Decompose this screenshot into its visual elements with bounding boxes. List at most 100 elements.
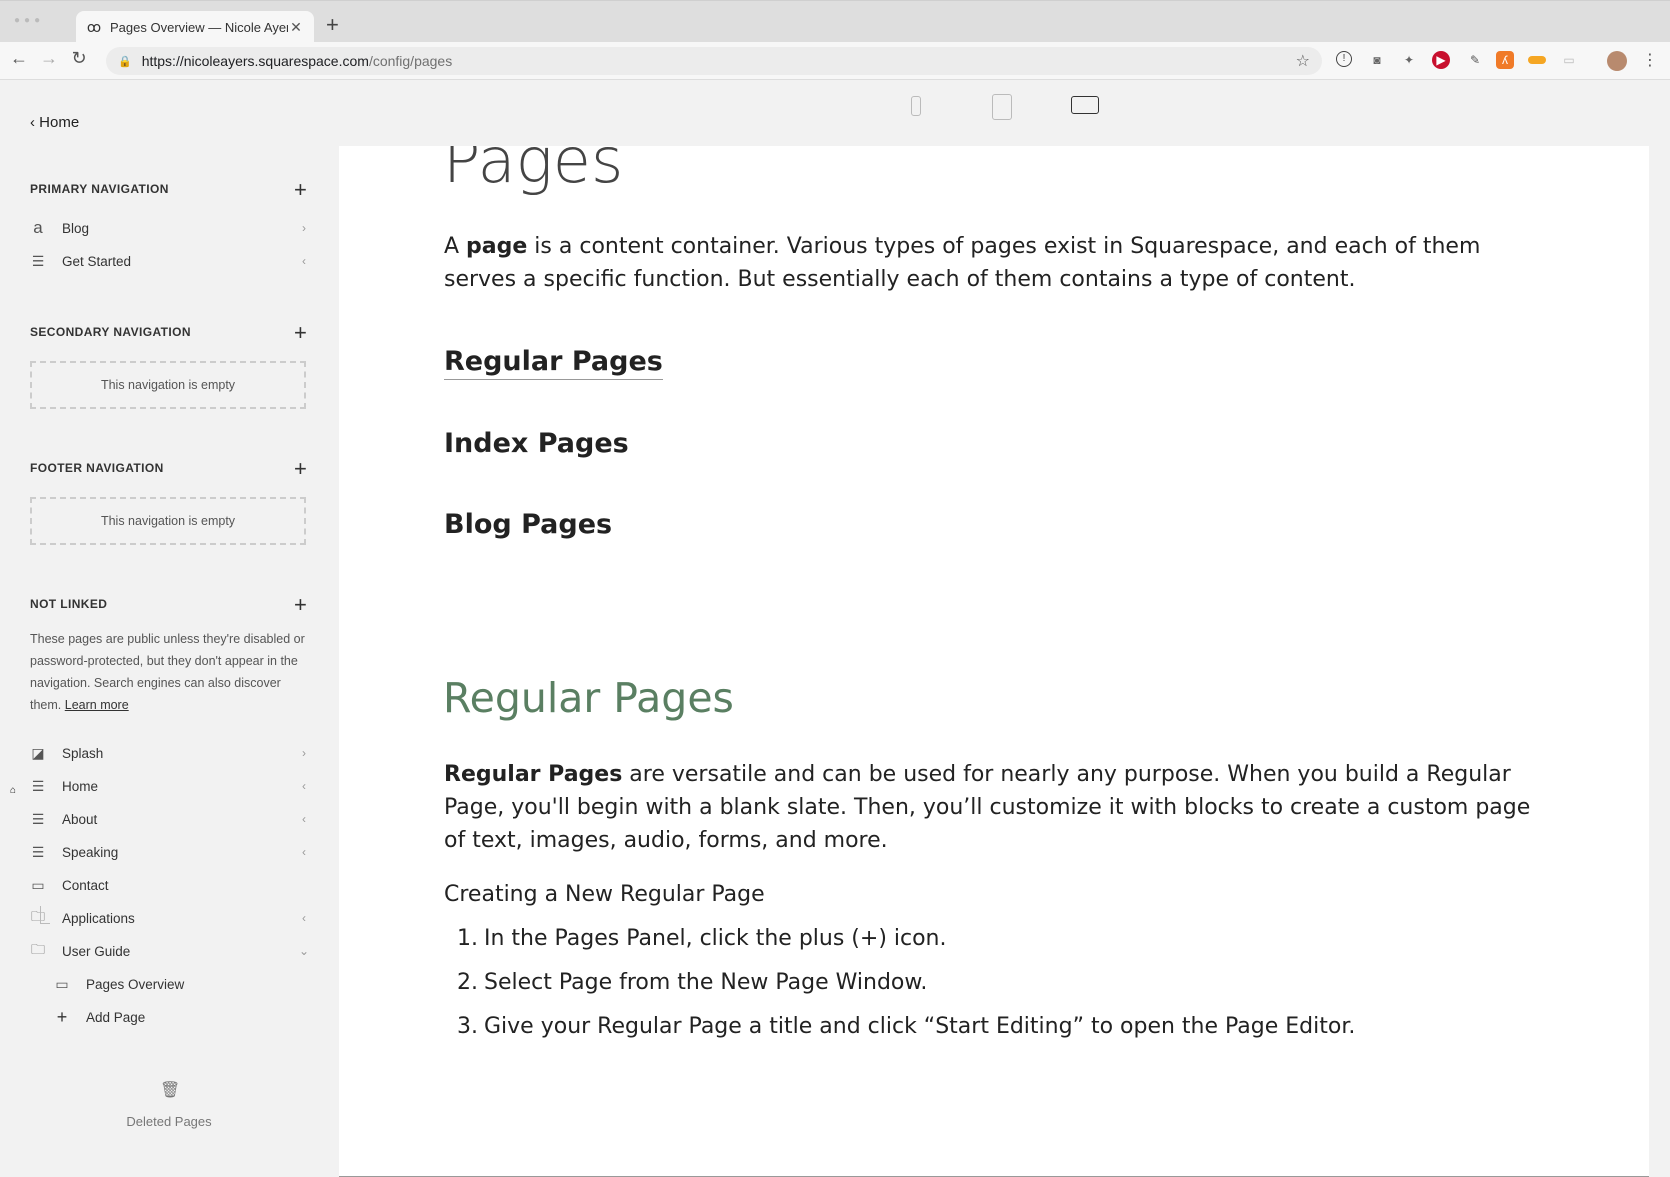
chevron-left-icon: ‹ bbox=[302, 845, 306, 859]
nav-item-applications[interactable]: 🗀 Applications ‹ bbox=[30, 905, 310, 931]
chevron-left-icon: ‹ bbox=[30, 114, 40, 131]
nav-item-contact[interactable]: ▭ Contact bbox=[30, 872, 310, 898]
chevron-left-icon: ‹ bbox=[302, 911, 306, 925]
footer-empty-placeholder: This navigation is empty bbox=[30, 497, 306, 545]
primary-navigation-heading: PRIMARY NAVIGATION bbox=[30, 182, 169, 196]
nav-item-get-started[interactable]: ☰ Get Started ‹ bbox=[30, 248, 310, 274]
add-page-button[interactable]: + Add Page bbox=[54, 1004, 310, 1030]
profile-avatar[interactable] bbox=[1607, 51, 1627, 71]
not-linked-heading: NOT LINKED bbox=[30, 597, 108, 611]
extension-icon[interactable]: ✦ bbox=[1400, 51, 1418, 69]
back-home-link[interactable]: ‹ Home bbox=[30, 114, 79, 131]
steps-list: 1. In the Pages Panel, click the plus (+)… bbox=[444, 926, 1355, 1058]
not-linked-note: These pages are public unless they're di… bbox=[30, 628, 305, 716]
chevron-left-icon: ‹ bbox=[302, 779, 306, 793]
nav-item-label: Applications bbox=[62, 910, 135, 926]
page-icon: ▭ bbox=[55, 975, 69, 992]
trash-icon[interactable]: 🗑 bbox=[160, 1080, 180, 1100]
add-not-linked-page-button[interactable]: + bbox=[294, 594, 307, 616]
nav-item-blog[interactable]: a Blog › bbox=[30, 215, 310, 241]
layout-icon: ☰ bbox=[31, 777, 45, 794]
toc-regular-pages-link[interactable]: Regular Pages bbox=[444, 346, 663, 380]
nav-item-about[interactable]: ☰ About ‹ bbox=[30, 806, 310, 832]
squarespace-favicon-icon: ꝏ bbox=[86, 19, 102, 35]
nav-item-splash[interactable]: ◪ Splash › bbox=[30, 740, 310, 766]
list-item: 1. In the Pages Panel, click the plus (+)… bbox=[444, 926, 1355, 970]
browser-menu-icon[interactable]: ⋮ bbox=[1642, 50, 1658, 70]
password-extension-icon[interactable]: ! bbox=[1336, 51, 1352, 67]
step-text: Give your Regular Page a title and click… bbox=[484, 1014, 1356, 1039]
deleted-pages-link[interactable]: Deleted Pages bbox=[0, 1114, 338, 1129]
chevron-right-icon: › bbox=[302, 746, 306, 760]
page-icon: ▭ bbox=[31, 876, 45, 893]
tablet-view-icon[interactable] bbox=[992, 94, 1012, 120]
camera-extension-icon[interactable]: ◙ bbox=[1368, 51, 1386, 69]
homepage-indicator-icon: ⌂ bbox=[10, 785, 17, 796]
browser-tab[interactable]: ꝏ Pages Overview — Nicole Ayers ✕ bbox=[76, 11, 314, 43]
list-item: 3. Give your Regular Page a title and cli… bbox=[444, 1014, 1355, 1058]
intro-text: A bbox=[444, 234, 467, 259]
nav-item-speaking[interactable]: ☰ Speaking ‹ bbox=[30, 839, 310, 865]
learn-more-link[interactable]: Learn more bbox=[65, 698, 129, 712]
lock-icon: 🔒 bbox=[118, 55, 132, 68]
nav-item-label: User Guide bbox=[62, 943, 131, 959]
secondary-empty-placeholder: This navigation is empty bbox=[30, 361, 306, 409]
toc-index-pages-link[interactable]: Index Pages bbox=[444, 428, 629, 459]
page-preview: Pages A page is a content container. Var… bbox=[339, 146, 1649, 1177]
folder-icon: 🗀 bbox=[31, 941, 45, 957]
bookmark-star-icon[interactable]: ☆ bbox=[1296, 51, 1310, 71]
intro-text: is a content container. Various types of… bbox=[444, 234, 1481, 292]
footer-navigation-heading: FOOTER NAVIGATION bbox=[30, 461, 164, 475]
nav-item-user-guide[interactable]: 🗀 User Guide ⌄ bbox=[30, 938, 310, 964]
home-link-label: Home bbox=[39, 114, 80, 131]
url-host: https://nicoleayers.squarespace.com bbox=[141, 53, 369, 69]
forward-icon[interactable]: → bbox=[36, 48, 62, 69]
pages-panel: ‹ Home PRIMARY NAVIGATION + a Blog › ☰ G… bbox=[0, 80, 338, 1177]
toc-blog-pages-link[interactable]: Blog Pages bbox=[444, 509, 612, 540]
add-footer-page-button[interactable]: + bbox=[294, 458, 307, 480]
tree-connector bbox=[40, 906, 50, 924]
nav-item-label: Get Started bbox=[62, 253, 132, 269]
layout-icon: ☰ bbox=[31, 843, 45, 860]
new-tab-button[interactable]: + bbox=[326, 13, 339, 37]
record-extension-icon[interactable]: ▶ bbox=[1432, 51, 1450, 69]
nav-item-label: Pages Overview bbox=[86, 976, 185, 992]
address-bar[interactable]: 🔒 https://nicoleayers.squarespace.com/co… bbox=[106, 47, 1322, 75]
tab-title: Pages Overview — Nicole Ayers bbox=[110, 19, 288, 35]
chevron-down-icon: ⌄ bbox=[298, 944, 310, 958]
nav-item-pages-overview[interactable]: ▭ Pages Overview bbox=[54, 971, 310, 997]
chevron-left-icon: ‹ bbox=[302, 254, 306, 268]
yellow-extension-icon[interactable] bbox=[1528, 56, 1546, 64]
orange-extension-icon[interactable]: ʎ bbox=[1496, 51, 1514, 69]
intro-bold: page bbox=[466, 234, 528, 259]
layout-icon: ☰ bbox=[31, 810, 45, 827]
nav-item-home[interactable]: ☰ Home ‹ bbox=[30, 773, 310, 799]
desktop-view-icon[interactable] bbox=[1071, 96, 1099, 114]
layout-icon: ☰ bbox=[31, 252, 45, 269]
plus-icon: + bbox=[56, 1006, 68, 1027]
reload-icon[interactable]: ↻ bbox=[66, 48, 92, 69]
mobile-view-icon[interactable] bbox=[911, 96, 921, 116]
cast-extension-icon[interactable]: ▭ bbox=[1560, 51, 1578, 69]
device-preview-bar bbox=[338, 80, 1670, 146]
secondary-navigation-heading: SECONDARY NAVIGATION bbox=[30, 325, 191, 339]
page-title: Pages bbox=[443, 146, 624, 197]
close-tab-icon[interactable]: ✕ bbox=[288, 19, 304, 36]
window-controls[interactable]: ●●● bbox=[14, 15, 44, 26]
nav-item-label: Home bbox=[62, 778, 99, 794]
url-path: /config/pages bbox=[368, 53, 453, 69]
add-secondary-page-button[interactable]: + bbox=[294, 322, 307, 344]
nav-item-label: Speaking bbox=[62, 844, 119, 860]
nav-item-label: About bbox=[62, 811, 98, 827]
nav-item-label: Contact bbox=[62, 877, 109, 893]
step-text: Select Page from the New Page Window. bbox=[484, 970, 928, 995]
step-text: In the Pages Panel, click the plus (+) i… bbox=[484, 926, 947, 951]
section-bold: Regular Pages bbox=[444, 762, 623, 787]
section-paragraph: Regular Pages are versatile and can be u… bbox=[444, 758, 1554, 857]
back-icon[interactable]: ← bbox=[6, 48, 32, 69]
nav-item-label: Blog bbox=[62, 220, 90, 236]
cover-page-icon: ◪ bbox=[31, 744, 45, 761]
add-primary-page-button[interactable]: + bbox=[294, 179, 307, 201]
subheading: Creating a New Regular Page bbox=[444, 882, 765, 907]
eyedropper-extension-icon[interactable]: ✎ bbox=[1466, 51, 1484, 69]
